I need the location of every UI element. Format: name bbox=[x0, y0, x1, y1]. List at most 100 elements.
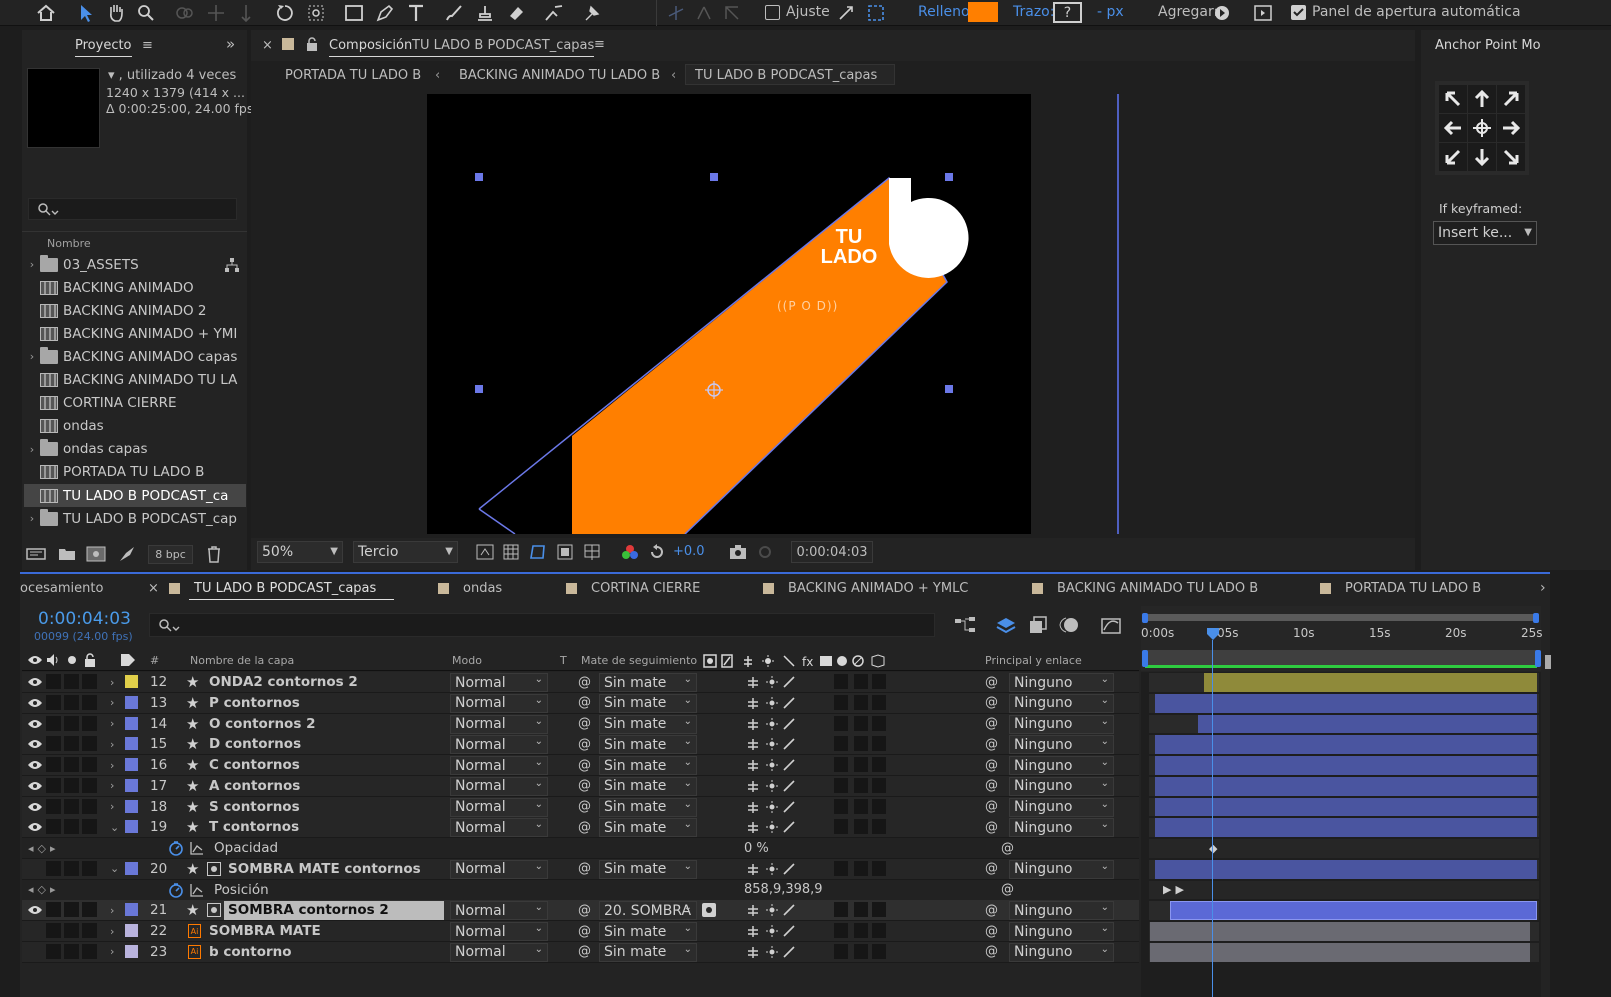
viewer-timecode[interactable]: 0:00:04:03 bbox=[791, 541, 873, 563]
track-mate-link-icon[interactable]: @ bbox=[578, 672, 591, 692]
motion-blur-switch[interactable] bbox=[834, 819, 848, 835]
chevron-right-icon[interactable]: › bbox=[110, 900, 114, 920]
eye-header-icon[interactable] bbox=[27, 654, 43, 666]
lock-toggle[interactable] bbox=[82, 860, 97, 876]
snap-options-icon[interactable] bbox=[834, 1, 858, 25]
audio-toggle[interactable] bbox=[46, 819, 61, 835]
lock-icon[interactable] bbox=[306, 37, 318, 51]
layer-name[interactable]: S contornos bbox=[209, 797, 300, 817]
parent-select[interactable]: Ninguno ⌄ bbox=[1009, 714, 1114, 734]
shy-switch-icon[interactable] bbox=[745, 817, 761, 837]
parent-select[interactable]: Ninguno ⌄ bbox=[1009, 776, 1114, 796]
track-mate-select[interactable]: Sin mate ⌄ bbox=[599, 922, 697, 941]
keyframe-nav-icon[interactable]: ◂◇▸ bbox=[28, 880, 60, 900]
snap-checkbox[interactable] bbox=[765, 5, 780, 20]
list-item[interactable]: › TU LADO B PODCAST_cap bbox=[24, 507, 246, 530]
label-color-swatch[interactable] bbox=[125, 758, 138, 771]
blend-mode-select[interactable]: Normal ⌄ bbox=[450, 714, 548, 734]
chevron-right-icon[interactable]: › bbox=[24, 258, 40, 271]
column-name-header[interactable]: Nombre bbox=[47, 237, 91, 250]
parent-pickwhip-icon[interactable]: @ bbox=[985, 672, 998, 692]
3d-switch[interactable] bbox=[872, 798, 886, 814]
snapshot-camera-icon[interactable] bbox=[729, 544, 747, 560]
blend-mode-select[interactable]: Normal ⌄ bbox=[450, 922, 548, 941]
quality-switch-icon[interactable] bbox=[782, 797, 796, 817]
audio-toggle[interactable] bbox=[46, 860, 61, 876]
visibility-eye-icon[interactable] bbox=[27, 817, 43, 837]
blend-mode-select[interactable]: Normal ⌄ bbox=[450, 756, 548, 775]
track-mate-link-icon[interactable]: @ bbox=[578, 900, 591, 920]
nav-start-handle[interactable] bbox=[1142, 650, 1148, 667]
motion-blur-icon[interactable] bbox=[1058, 615, 1080, 635]
motion-blur-switch[interactable] bbox=[834, 923, 848, 938]
layer-name[interactable]: ONDA2 contornos 2 bbox=[209, 672, 358, 692]
property-value[interactable]: 0 % bbox=[744, 838, 769, 858]
layer-name[interactable]: A contornos bbox=[209, 776, 300, 796]
lock-toggle[interactable] bbox=[82, 757, 97, 772]
trazo-label[interactable]: Trazo: bbox=[1013, 4, 1054, 20]
chevron-right-icon[interactable]: › bbox=[110, 693, 114, 713]
fill-color-swatch[interactable] bbox=[968, 2, 998, 22]
current-time-indicator[interactable] bbox=[1206, 627, 1220, 641]
parent-pickwhip-icon[interactable]: @ bbox=[985, 693, 998, 713]
layer-row[interactable]: ⌄ 20 ★ SOMBRA MATE contornos Normal ⌄ @ Sin mat… bbox=[22, 858, 1139, 880]
timeline-timecode[interactable]: 0:00:04:03 bbox=[38, 609, 131, 629]
timeline-tab[interactable]: PORTADA TU LADO B bbox=[1345, 581, 1481, 596]
visibility-eye-icon[interactable] bbox=[27, 900, 43, 920]
layer-row[interactable]: › 23 Ai b contorno Normal ⌄ @ Sin mate ⌄ @ Ninguno… bbox=[22, 941, 1139, 963]
collapse-switch-icon[interactable] bbox=[765, 672, 779, 692]
label-color-swatch[interactable] bbox=[125, 799, 138, 813]
anchor-tool-icon[interactable] bbox=[304, 1, 328, 25]
property-row[interactable]: ◂◇▸ Opacidad 0 % @ bbox=[22, 838, 1139, 859]
layer-row[interactable]: › 21 ★ SOMBRA contornos 2 Normal ⌄ @20. SOMBRA… bbox=[22, 900, 1139, 922]
world-axis-icon[interactable] bbox=[692, 1, 716, 25]
parent-pickwhip-icon[interactable]: @ bbox=[985, 797, 998, 817]
solo-toggle[interactable] bbox=[64, 902, 79, 918]
graph-editor-icon[interactable] bbox=[1100, 615, 1122, 635]
adjustment-switch[interactable] bbox=[854, 715, 868, 731]
render-queue-icon[interactable] bbox=[118, 545, 136, 563]
track-mate-link-icon[interactable]: @ bbox=[578, 734, 591, 754]
quality-switch-icon[interactable] bbox=[782, 859, 796, 879]
3d-switch[interactable] bbox=[872, 943, 886, 959]
collapse-switch-icon[interactable] bbox=[765, 942, 779, 962]
blend-mode-select[interactable]: Normal ⌄ bbox=[450, 797, 548, 817]
layer-row[interactable]: › 18 ★ S contornos Normal ⌄ @ Sin mate ⌄ @ Ninguno… bbox=[22, 796, 1139, 818]
solo-toggle[interactable] bbox=[64, 819, 79, 835]
parent-select[interactable]: Ninguno ⌄ bbox=[1009, 859, 1114, 879]
parent-pickwhip-icon[interactable]: @ bbox=[985, 714, 998, 734]
stroke-color-swatch[interactable]: ? bbox=[1053, 2, 1082, 23]
home-icon[interactable] bbox=[34, 1, 58, 25]
chevron-down-icon[interactable]: ⌄ bbox=[110, 859, 119, 879]
keyframe-icon[interactable]: ▶▶ bbox=[1163, 883, 1188, 896]
adjustment-switch[interactable] bbox=[854, 674, 868, 689]
quality-switch-icon[interactable] bbox=[782, 672, 796, 692]
quality-switch-icon[interactable] bbox=[782, 776, 796, 796]
track-mate-link-icon[interactable]: @ bbox=[578, 942, 591, 962]
parent-pickwhip-icon[interactable]: @ bbox=[985, 817, 998, 837]
local-axis-icon[interactable] bbox=[664, 1, 688, 25]
lock-toggle[interactable] bbox=[82, 819, 97, 835]
solo-toggle[interactable] bbox=[64, 943, 79, 959]
motion-blur-switch[interactable] bbox=[834, 715, 848, 731]
track-mate-select[interactable]: 20. SOMBRA ⌄ bbox=[599, 901, 697, 921]
layer-row[interactable]: › 22 Ai SOMBRA MATE Normal ⌄ @ Sin mate ⌄ @ Ningun… bbox=[22, 921, 1139, 942]
collapse-switch-icon[interactable] bbox=[765, 900, 779, 920]
panel-expand-icon[interactable]: » bbox=[226, 35, 235, 53]
label-color-swatch[interactable] bbox=[125, 695, 138, 709]
anchor-right-icon[interactable] bbox=[1497, 114, 1525, 142]
graph-icon[interactable] bbox=[190, 841, 204, 855]
motion-blur-switch[interactable] bbox=[834, 694, 848, 710]
graph-toggle-icon[interactable] bbox=[1251, 1, 1275, 25]
pan-camera-icon[interactable] bbox=[204, 1, 228, 25]
blend-mode-select[interactable]: Normal ⌄ bbox=[450, 693, 548, 713]
adjustment-switch[interactable] bbox=[854, 923, 868, 938]
timeline-tab[interactable]: CORTINA CIERRE bbox=[591, 581, 700, 596]
chevron-right-icon[interactable]: › bbox=[110, 755, 114, 775]
track-mate-header[interactable]: Mate de seguimiento bbox=[581, 654, 697, 667]
t-header[interactable]: T bbox=[560, 654, 567, 667]
motion-blur-switch[interactable] bbox=[834, 860, 848, 876]
solo-toggle[interactable] bbox=[64, 736, 79, 752]
lock-header-icon[interactable] bbox=[84, 653, 96, 667]
anchor-bottom-icon[interactable] bbox=[1468, 143, 1496, 171]
